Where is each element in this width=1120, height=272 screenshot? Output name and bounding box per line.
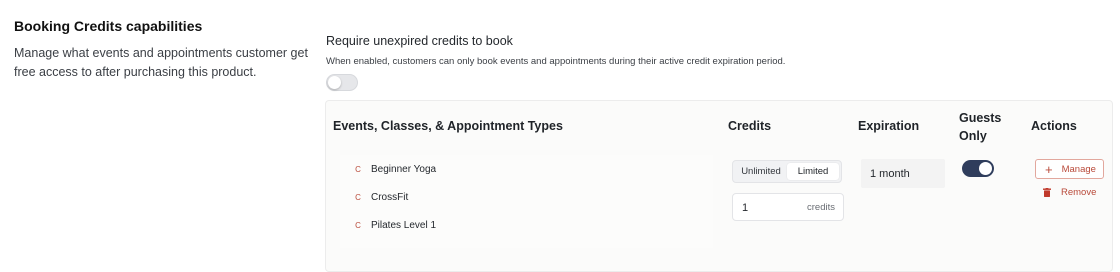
column-header-guests-only: Guests Only [959,109,1001,145]
section-intro: Booking Credits capabilities Manage what… [14,18,314,82]
class-badge-icon: C [355,220,361,230]
credits-quantity-input[interactable]: 1 credits [732,193,844,221]
manage-button[interactable]: + Manage [1035,159,1104,179]
event-type-name: CrossFit [371,191,409,203]
plus-icon: + [1045,161,1053,177]
guests-header-line2: Only [959,129,987,143]
event-type-name: Pilates Level 1 [371,219,437,231]
list-item[interactable]: C Pilates Level 1 [340,211,713,239]
column-header-events: Events, Classes, & Appointment Types [333,119,563,133]
section-description: Manage what events and appointments cust… [14,46,308,79]
class-badge-icon: C [355,164,361,174]
require-unexpired-setting: Require unexpired credits to book When e… [326,34,785,91]
event-type-name: Beginner Yoga [371,163,437,175]
credits-value: 1 [742,202,749,214]
manage-label: Manage [1061,163,1096,175]
expiration-select[interactable]: 1 month [861,159,945,188]
column-header-expiration: Expiration [858,119,920,133]
require-unexpired-toggle[interactable] [326,74,358,91]
section-title: Booking Credits capabilities [14,18,203,34]
credit-mode-limited[interactable]: Limited [787,163,839,180]
class-badge-icon: C [355,192,361,202]
credit-mode-unlimited[interactable]: Unlimited [735,163,787,180]
column-header-credits: Credits [728,119,772,133]
remove-button[interactable]: Remove [1043,187,1096,198]
event-type-list: C Beginner Yoga C CrossFit C Pilates Lev… [340,155,713,248]
toggle-knob [979,162,992,175]
credits-unit-label: credits [807,202,835,213]
require-unexpired-title: Require unexpired credits to book [326,34,513,48]
credit-mode-segmented-control: Unlimited Limited [732,160,842,183]
toggle-knob [328,76,341,89]
guests-only-toggle[interactable] [962,160,994,177]
list-item[interactable]: C Beginner Yoga [340,155,713,183]
require-unexpired-hint: When enabled, customers can only book ev… [326,56,786,67]
list-item[interactable]: C CrossFit [340,183,713,211]
guests-header-line1: Guests [959,111,1002,125]
column-header-actions: Actions [1031,119,1077,133]
trash-icon [1043,188,1051,197]
remove-label: Remove [1061,187,1097,198]
booking-credits-table: Events, Classes, & Appointment Types Cre… [325,100,1113,272]
